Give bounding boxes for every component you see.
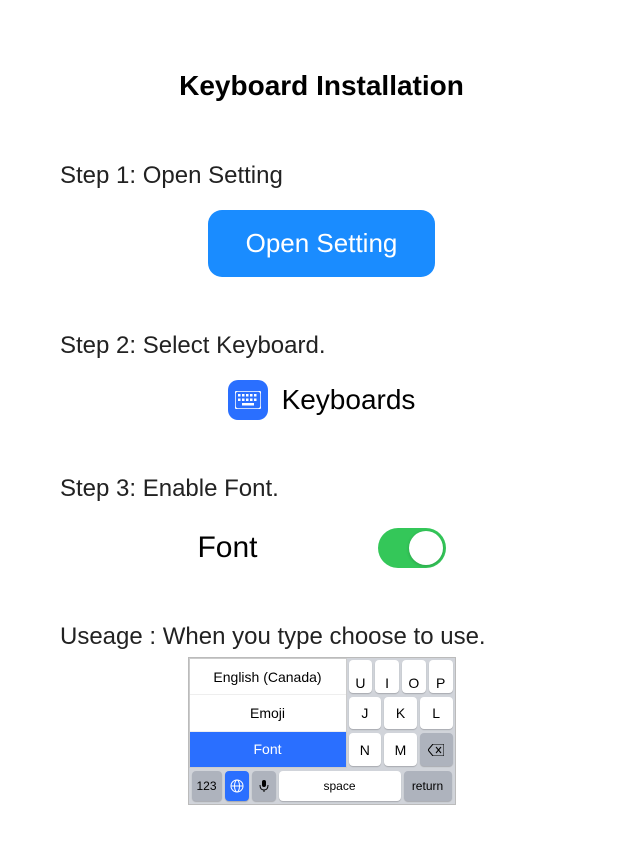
key-j[interactable]: J xyxy=(349,697,382,730)
menu-item-english[interactable]: English (Canada) xyxy=(190,659,346,695)
keyboard-preview: English (Canada) Emoji Font U I O P J K … xyxy=(188,657,456,805)
usage-section: Useage : When you type choose to use. En… xyxy=(50,623,593,805)
step-1-label: Step 1: Open Setting xyxy=(60,162,593,190)
key-p[interactable]: P xyxy=(429,660,453,693)
toggle-knob xyxy=(409,531,443,565)
keyboards-row[interactable]: Keyboards xyxy=(50,380,593,420)
page-title: Keyboard Installation xyxy=(50,70,593,102)
font-row: Font xyxy=(50,528,593,568)
key-123[interactable]: 123 xyxy=(192,771,222,801)
mic-key[interactable] xyxy=(252,771,276,801)
key-n[interactable]: N xyxy=(349,733,382,766)
menu-item-emoji[interactable]: Emoji xyxy=(190,695,346,731)
keyboards-label: Keyboards xyxy=(282,384,416,416)
key-m[interactable]: M xyxy=(384,733,417,766)
return-key[interactable]: return xyxy=(404,771,452,801)
delete-key[interactable] xyxy=(420,733,453,766)
keyboard-icon xyxy=(228,380,268,420)
step-2-label: Step 2: Select Keyboard. xyxy=(60,332,593,360)
step-1: Step 1: Open Setting Open Setting xyxy=(50,162,593,277)
menu-item-font[interactable]: Font xyxy=(190,732,346,767)
keyboard-language-menu: English (Canada) Emoji Font xyxy=(189,658,347,768)
step-3-label: Step 3: Enable Font. xyxy=(60,475,593,503)
step-3: Step 3: Enable Font. Font xyxy=(50,475,593,568)
step-2: Step 2: Select Keyboard. Keyboards xyxy=(50,332,593,420)
key-l[interactable]: L xyxy=(420,697,453,730)
font-label: Font xyxy=(197,531,257,565)
key-i[interactable]: I xyxy=(375,660,399,693)
key-k[interactable]: K xyxy=(384,697,417,730)
open-setting-button[interactable]: Open Setting xyxy=(208,210,436,277)
usage-label: Useage : When you type choose to use. xyxy=(60,623,593,651)
key-o[interactable]: O xyxy=(402,660,426,693)
globe-key[interactable] xyxy=(225,771,249,801)
key-u[interactable]: U xyxy=(349,660,373,693)
space-key[interactable]: space xyxy=(279,771,401,801)
font-toggle[interactable] xyxy=(378,528,446,568)
